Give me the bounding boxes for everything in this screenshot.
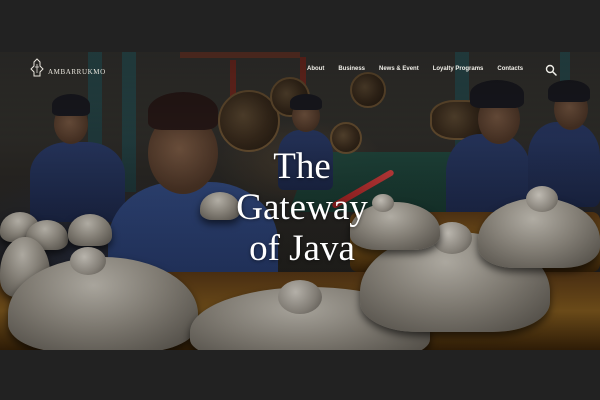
headline-line: of Java (249, 228, 355, 269)
headline-line: The (273, 146, 331, 187)
nav-item-loyalty-programs[interactable]: Loyalty Programs (433, 66, 484, 72)
crest-icon (30, 58, 44, 77)
letterbox-bottom (0, 350, 600, 400)
nav-item-contacts[interactable]: Contacts (497, 66, 523, 72)
search-icon[interactable] (545, 64, 557, 76)
nav-item-news-event[interactable]: News & Event (379, 66, 419, 72)
main-menu: About Business News & Event Loyalty Prog… (307, 66, 523, 72)
brand-logo[interactable]: AMBARRUKMO (30, 58, 106, 78)
nav-item-about[interactable]: About (307, 66, 324, 72)
nav-item-business[interactable]: Business (338, 66, 365, 72)
letterbox-top (0, 0, 600, 52)
site-header: AMBARRUKMO About Business News & Event L… (0, 52, 600, 86)
brand-name: AMBARRUKMO (48, 68, 106, 76)
headline-line: Gateway (236, 187, 368, 228)
hero-headline: The Gateway of Java (232, 146, 372, 269)
